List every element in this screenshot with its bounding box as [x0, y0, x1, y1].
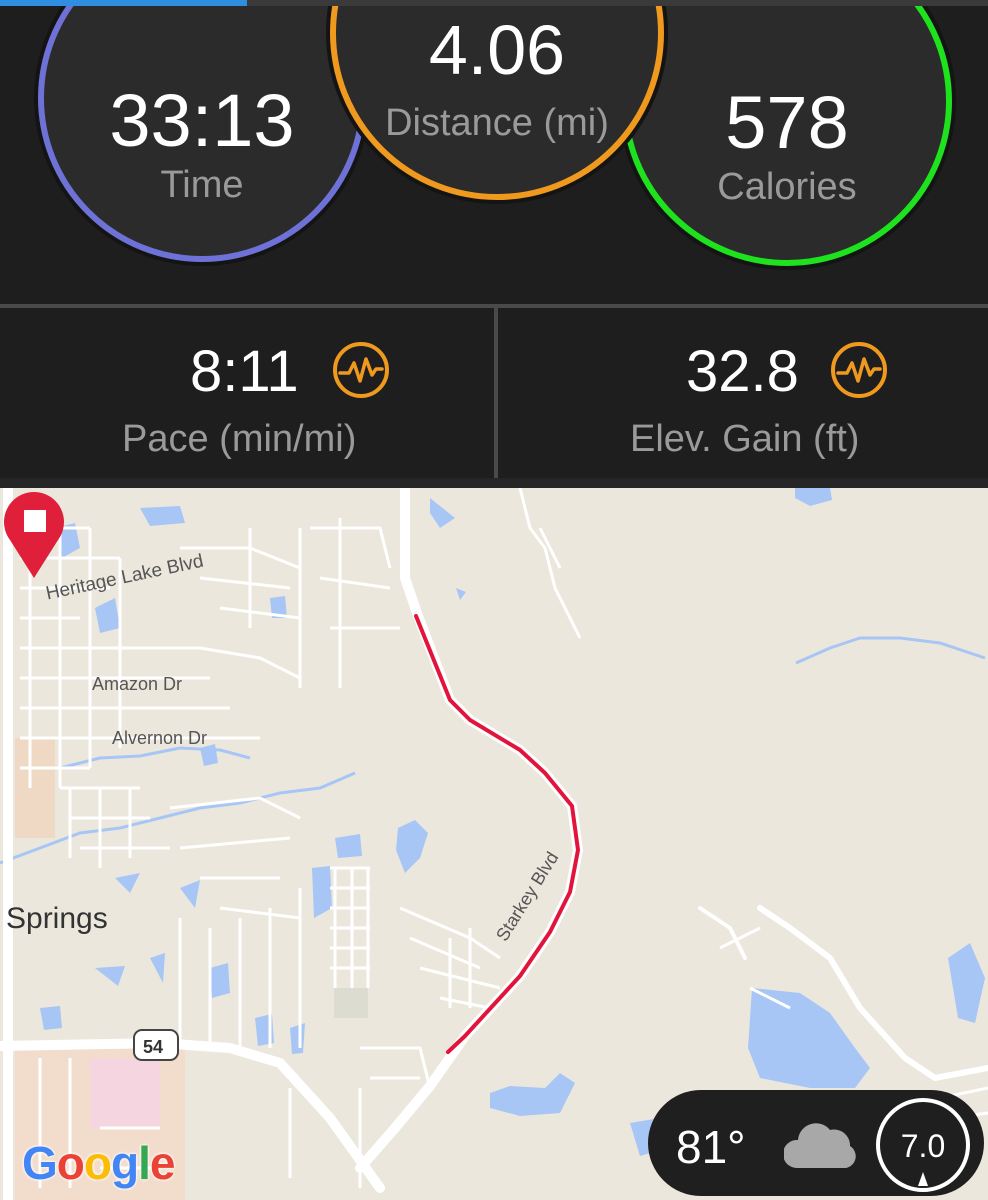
wind-speed-dial: 7.0	[876, 1098, 970, 1192]
calories-value: 578	[725, 81, 849, 164]
place-label: Springs	[6, 902, 108, 935]
cloud-icon	[784, 1123, 856, 1168]
distance-label: Distance (mi)	[385, 102, 609, 144]
pace-cell[interactable]: 8:11 Pace (min/mi)	[0, 308, 494, 478]
time-value: 33:13	[109, 79, 295, 162]
google-logo: Google	[22, 1137, 175, 1189]
pulse-icon[interactable]	[332, 341, 390, 399]
street-label: Amazon Dr	[92, 674, 183, 694]
finish-marker-icon[interactable]	[0, 488, 68, 580]
distance-value: 4.06	[428, 11, 566, 89]
distance-ring[interactable]: 4.06 Distance (mi)	[330, 6, 664, 200]
pace-label: Pace (min/mi)	[122, 418, 357, 460]
calories-label: Calories	[717, 166, 857, 208]
wind-speed-value: 7.0	[900, 1128, 946, 1164]
weather-widget[interactable]: 81° 7.0	[648, 1090, 984, 1196]
street-label: Alvernon Dr	[112, 728, 208, 748]
elevation-cell[interactable]: 32.8 Elev. Gain (ft)	[498, 308, 988, 478]
pulse-icon[interactable]	[830, 341, 888, 399]
divider	[494, 308, 498, 478]
route-number: 54	[143, 1037, 164, 1057]
calories-ring[interactable]: 578 Calories	[622, 6, 952, 266]
ring-stats-panel: 33:13 Time 578 Calories 4.06 Distance (m…	[0, 6, 988, 304]
time-ring[interactable]: 33:13 Time	[38, 6, 366, 262]
elevation-value: 32.8	[686, 339, 799, 404]
divider	[0, 478, 988, 488]
temperature-value: 81°	[676, 1121, 746, 1173]
elevation-label: Elev. Gain (ft)	[630, 418, 860, 460]
pace-value: 8:11	[190, 339, 299, 404]
time-label: Time	[160, 164, 244, 206]
stop-square-icon	[24, 510, 46, 532]
